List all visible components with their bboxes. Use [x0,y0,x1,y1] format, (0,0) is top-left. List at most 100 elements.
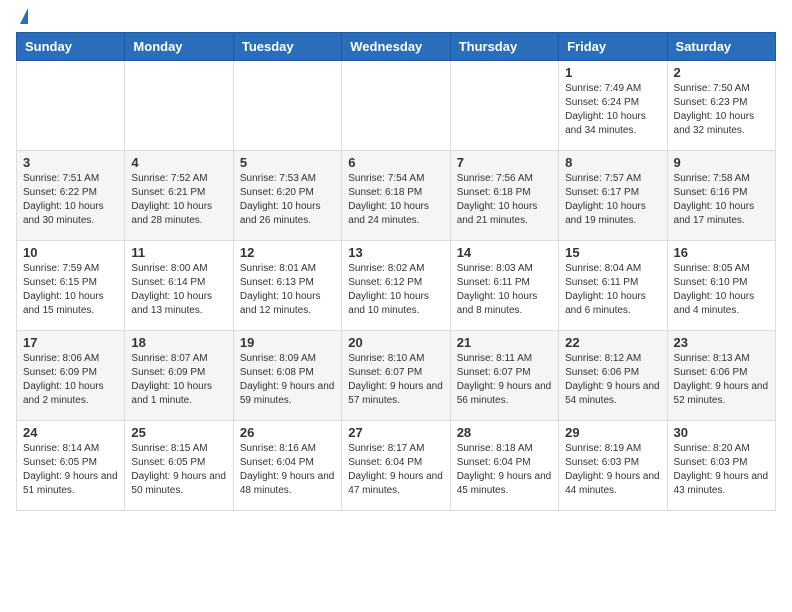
calendar-week-row: 10 Sunrise: 7:59 AM Sunset: 6:15 PM Dayli… [17,241,776,331]
calendar-cell: 3Sunrise: 7:51 AM Sunset: 6:22 PM Daylig… [17,151,125,241]
day-info: Sunrise: 7:53 AM Sunset: 6:20 PM Dayligh… [240,172,335,228]
day-number: 3 [23,155,118,170]
calendar-cell: 14 Sunrise: 8:03 AM Sunset: 6:11 PM Dayli… [450,241,558,331]
day-number: 27 [348,425,443,440]
day-number: 18 [131,335,226,350]
calendar-cell [17,61,125,151]
day-number: 28 [457,425,552,440]
day-info: Sunrise: 7:52 AM Sunset: 6:21 PM Dayligh… [131,172,226,228]
calendar-cell: 1 Sunrise: 7:49 AM Sunset: 6:24 PM Daylig… [559,61,667,151]
day-info: Sunrise: 7:57 AM Sunset: 6:17 PM Dayligh… [565,172,660,228]
calendar-cell: 15 Sunrise: 8:04 AM Sunset: 6:11 PM Dayli… [559,241,667,331]
calendar-cell [233,61,341,151]
day-number: 2 [674,65,769,80]
day-number: 17 [23,335,118,350]
day-info: Sunrise: 8:04 AM Sunset: 6:11 PM Dayligh… [565,262,660,318]
day-info: Sunrise: 8:19 AM Sunset: 6:03 PM Dayligh… [565,442,660,498]
calendar-cell: 18 Sunrise: 8:07 AM Sunset: 6:09 PM Dayli… [125,331,233,421]
calendar-cell: 26Sunrise: 8:16 AM Sunset: 6:04 PM Dayli… [233,421,341,511]
calendar-cell [450,61,558,151]
calendar-week-row: 17 Sunrise: 8:06 AM Sunset: 6:09 PM Dayli… [17,331,776,421]
calendar-cell: 28 Sunrise: 8:18 AM Sunset: 6:04 PM Dayli… [450,421,558,511]
day-number: 25 [131,425,226,440]
day-info: Sunrise: 8:07 AM Sunset: 6:09 PM Dayligh… [131,352,226,408]
calendar-cell: 2 Sunrise: 7:50 AM Sunset: 6:23 PM Daylig… [667,61,775,151]
weekday-header-wednesday: Wednesday [342,33,450,61]
logo-triangle-icon [20,8,28,24]
calendar-cell: 22 Sunrise: 8:12 AM Sunset: 6:06 PM Dayli… [559,331,667,421]
day-info: Sunrise: 8:17 AM Sunset: 6:04 PM Dayligh… [348,442,443,498]
weekday-header-friday: Friday [559,33,667,61]
day-info: Sunrise: 7:49 AM Sunset: 6:24 PM Dayligh… [565,82,660,138]
calendar-cell: 21 Sunrise: 8:11 AM Sunset: 6:07 PM Dayli… [450,331,558,421]
day-number: 10 [23,245,118,260]
day-number: 13 [348,245,443,260]
day-number: 7 [457,155,552,170]
day-number: 6 [348,155,443,170]
weekday-header-saturday: Saturday [667,33,775,61]
day-number: 16 [674,245,769,260]
day-info: Sunrise: 7:59 AM Sunset: 6:15 PM Dayligh… [23,262,118,318]
calendar-cell: 30 Sunrise: 8:20 AM Sunset: 6:03 PM Dayli… [667,421,775,511]
weekday-header-row: SundayMondayTuesdayWednesdayThursdayFrid… [17,33,776,61]
day-info: Sunrise: 8:00 AM Sunset: 6:14 PM Dayligh… [131,262,226,318]
calendar-cell: 9 Sunrise: 7:58 AM Sunset: 6:16 PM Daylig… [667,151,775,241]
logo [16,16,28,24]
day-info: Sunrise: 7:50 AM Sunset: 6:23 PM Dayligh… [674,82,769,138]
day-number: 23 [674,335,769,350]
calendar-cell: 25 Sunrise: 8:15 AM Sunset: 6:05 PM Dayli… [125,421,233,511]
calendar-cell: 13 Sunrise: 8:02 AM Sunset: 6:12 PM Dayli… [342,241,450,331]
calendar-cell: 6 Sunrise: 7:54 AM Sunset: 6:18 PM Daylig… [342,151,450,241]
day-info: Sunrise: 8:06 AM Sunset: 6:09 PM Dayligh… [23,352,118,408]
calendar-cell: 8 Sunrise: 7:57 AM Sunset: 6:17 PM Daylig… [559,151,667,241]
day-number: 21 [457,335,552,350]
calendar-cell: 7Sunrise: 7:56 AM Sunset: 6:18 PM Daylig… [450,151,558,241]
day-info: Sunrise: 7:58 AM Sunset: 6:16 PM Dayligh… [674,172,769,228]
calendar-cell: 17 Sunrise: 8:06 AM Sunset: 6:09 PM Dayli… [17,331,125,421]
weekday-header-monday: Monday [125,33,233,61]
calendar-cell: 24Sunrise: 8:14 AM Sunset: 6:05 PM Dayli… [17,421,125,511]
day-number: 14 [457,245,552,260]
day-info: Sunrise: 8:12 AM Sunset: 6:06 PM Dayligh… [565,352,660,408]
calendar-cell: 29Sunrise: 8:19 AM Sunset: 6:03 PM Dayli… [559,421,667,511]
day-info: Sunrise: 8:18 AM Sunset: 6:04 PM Dayligh… [457,442,552,498]
day-number: 20 [348,335,443,350]
day-number: 11 [131,245,226,260]
weekday-header-sunday: Sunday [17,33,125,61]
day-number: 4 [131,155,226,170]
calendar-cell: 27 Sunrise: 8:17 AM Sunset: 6:04 PM Dayli… [342,421,450,511]
calendar-cell: 12 Sunrise: 8:01 AM Sunset: 6:13 PM Dayli… [233,241,341,331]
day-info: Sunrise: 8:15 AM Sunset: 6:05 PM Dayligh… [131,442,226,498]
day-number: 30 [674,425,769,440]
calendar-cell: 16 Sunrise: 8:05 AM Sunset: 6:10 PM Dayli… [667,241,775,331]
day-info: Sunrise: 8:01 AM Sunset: 6:13 PM Dayligh… [240,262,335,318]
day-number: 9 [674,155,769,170]
day-number: 1 [565,65,660,80]
day-number: 22 [565,335,660,350]
calendar-cell: 4 Sunrise: 7:52 AM Sunset: 6:21 PM Daylig… [125,151,233,241]
day-info: Sunrise: 8:05 AM Sunset: 6:10 PM Dayligh… [674,262,769,318]
calendar-week-row: 3Sunrise: 7:51 AM Sunset: 6:22 PM Daylig… [17,151,776,241]
day-info: Sunrise: 7:54 AM Sunset: 6:18 PM Dayligh… [348,172,443,228]
day-info: Sunrise: 8:02 AM Sunset: 6:12 PM Dayligh… [348,262,443,318]
calendar-cell: 19Sunrise: 8:09 AM Sunset: 6:08 PM Dayli… [233,331,341,421]
day-number: 26 [240,425,335,440]
calendar-cell: 10 Sunrise: 7:59 AM Sunset: 6:15 PM Dayli… [17,241,125,331]
day-info: Sunrise: 8:10 AM Sunset: 6:07 PM Dayligh… [348,352,443,408]
day-number: 24 [23,425,118,440]
calendar-cell [342,61,450,151]
day-number: 12 [240,245,335,260]
day-number: 15 [565,245,660,260]
calendar-cell [125,61,233,151]
day-info: Sunrise: 8:03 AM Sunset: 6:11 PM Dayligh… [457,262,552,318]
day-info: Sunrise: 8:09 AM Sunset: 6:08 PM Dayligh… [240,352,335,408]
calendar-week-row: 1 Sunrise: 7:49 AM Sunset: 6:24 PM Daylig… [17,61,776,151]
calendar-table: SundayMondayTuesdayWednesdayThursdayFrid… [16,32,776,511]
calendar-cell: 20 Sunrise: 8:10 AM Sunset: 6:07 PM Dayli… [342,331,450,421]
calendar-cell: 23Sunrise: 8:13 AM Sunset: 6:06 PM Dayli… [667,331,775,421]
day-info: Sunrise: 8:20 AM Sunset: 6:03 PM Dayligh… [674,442,769,498]
day-number: 8 [565,155,660,170]
weekday-header-tuesday: Tuesday [233,33,341,61]
day-info: Sunrise: 8:11 AM Sunset: 6:07 PM Dayligh… [457,352,552,408]
calendar-week-row: 24Sunrise: 8:14 AM Sunset: 6:05 PM Dayli… [17,421,776,511]
